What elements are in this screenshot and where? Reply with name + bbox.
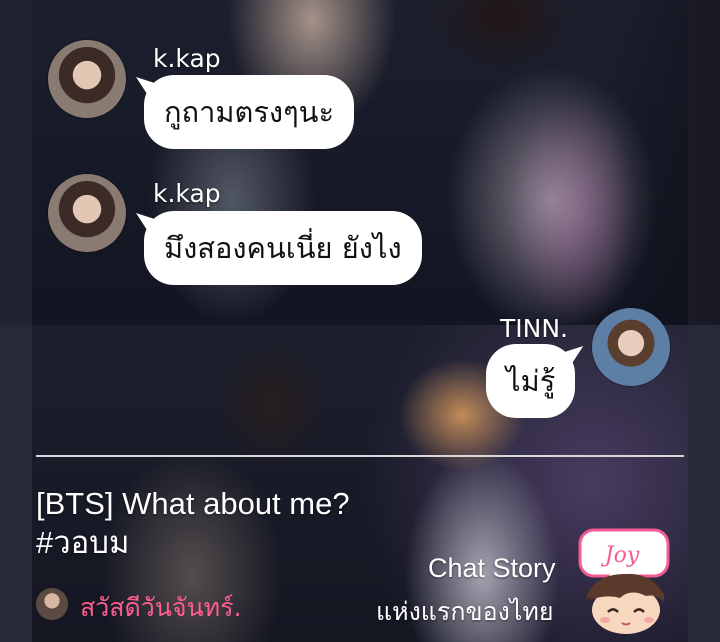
sender-name: TINN.: [500, 314, 568, 343]
message-bubble[interactable]: ไม่รู้: [486, 344, 576, 418]
story-title[interactable]: [BTS] What about me? #วอบม: [36, 484, 356, 562]
chat-story-screen: k.kap กูถามตรงๆนะ k.kap มึงสองคนเนี่ย ยั…: [0, 0, 720, 642]
joy-mascot-icon: Joy: [578, 528, 670, 634]
avatar[interactable]: [48, 174, 126, 252]
divider: [36, 455, 684, 457]
avatar[interactable]: [48, 40, 126, 118]
author-name[interactable]: สวัสดีวันจันทร์.: [80, 588, 242, 628]
mascot-text: Joy: [601, 543, 640, 568]
author-avatar[interactable]: [36, 588, 68, 620]
brand-subtitle: แห่งแรกของไทย: [376, 597, 554, 626]
sender-name: k.kap: [153, 179, 221, 208]
message-bubble[interactable]: มึงสองคนเนี่ย ยังไง: [144, 211, 422, 285]
message-bubble[interactable]: กูถามตรงๆนะ: [144, 75, 355, 149]
sender-name: k.kap: [153, 44, 221, 73]
brand-title: Chat Story: [428, 553, 556, 583]
avatar[interactable]: [592, 308, 670, 386]
